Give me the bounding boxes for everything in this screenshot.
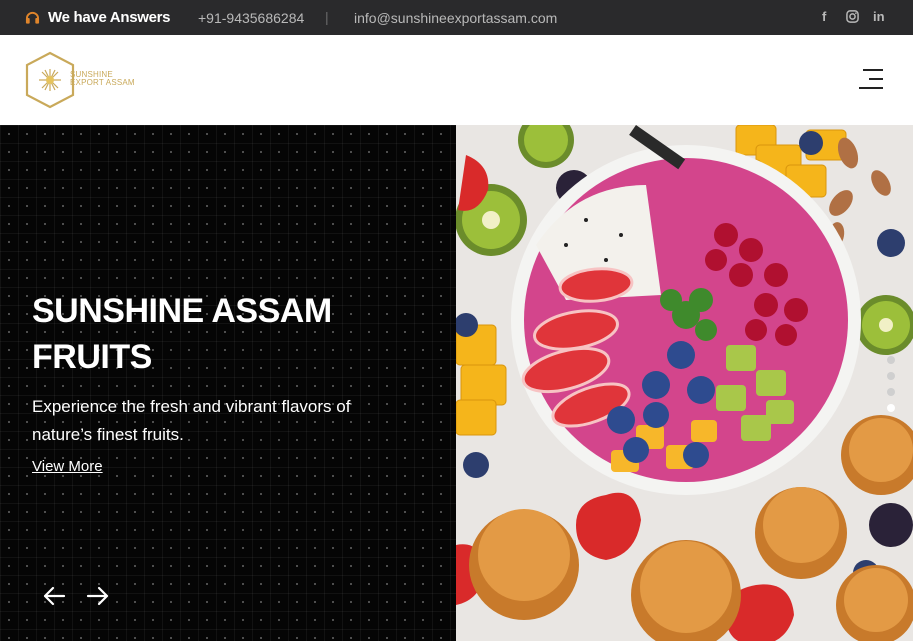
phone-link[interactable]: +91-9435686284 (198, 10, 304, 26)
headset-icon (25, 11, 40, 24)
slide-dot-1[interactable] (887, 356, 895, 364)
hero-title: SUNSHINE ASSAM FRUITS (32, 292, 332, 376)
hero-fruit-image (456, 125, 913, 641)
slide-dot-4[interactable] (887, 404, 895, 412)
tagline: We have Answers (48, 9, 171, 26)
site-header: SUNSHINE EXPORT ASSAM (0, 35, 913, 125)
hero-subtitle: Experience the fresh and vibrant flavors… (32, 397, 351, 444)
arrow-left-icon[interactable] (42, 585, 66, 607)
arrow-right-icon[interactable] (86, 585, 110, 607)
email-link[interactable]: info@sunshineexportassam.com (354, 10, 557, 26)
logo[interactable]: SUNSHINE EXPORT ASSAM (25, 51, 155, 109)
logo-text: SUNSHINE EXPORT ASSAM (70, 71, 135, 87)
view-more-link[interactable]: View More (32, 458, 103, 475)
logo-line-2: EXPORT ASSAM (70, 78, 135, 87)
top-bar: We have Answers +91-9435686284 | info@su… (0, 0, 913, 35)
slide-dot-3[interactable] (887, 388, 895, 396)
facebook-icon[interactable]: f (822, 9, 826, 24)
hero-slider: SUNSHINE ASSAM FRUITS Experience the fre… (0, 125, 913, 641)
divider: | (325, 9, 329, 25)
linkedin-icon[interactable]: in (873, 9, 885, 24)
slide-dot-2[interactable] (887, 372, 895, 380)
hamburger-menu-icon[interactable] (859, 69, 883, 91)
instagram-icon[interactable] (846, 10, 859, 23)
hero-text-panel: SUNSHINE ASSAM FRUITS Experience the fre… (0, 125, 456, 641)
